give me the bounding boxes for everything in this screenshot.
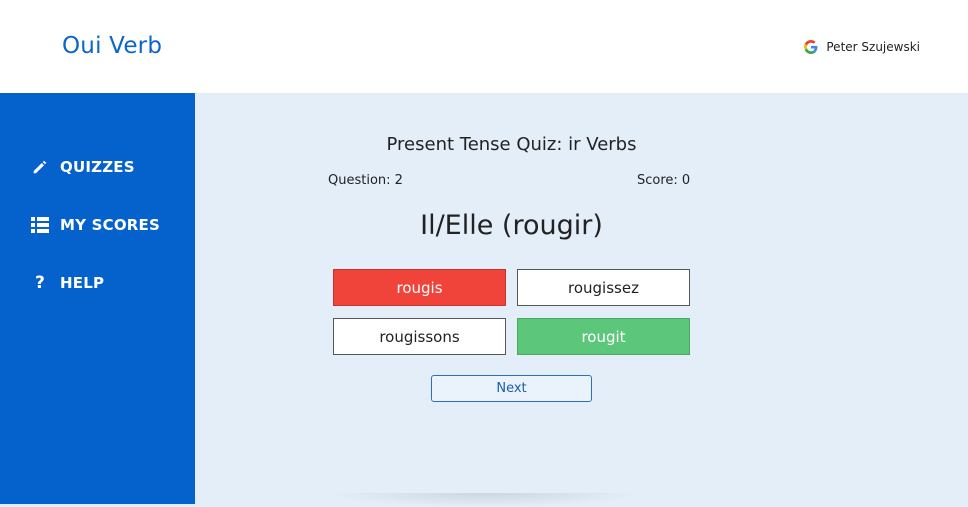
user-account[interactable]: Peter Szujewski — [804, 40, 920, 54]
sidebar-item-label: QUIZZES — [60, 158, 135, 176]
sidebar-item-label: MY SCORES — [60, 216, 160, 234]
user-name: Peter Szujewski — [826, 40, 920, 54]
quiz-panel: Present Tense Quiz: ir Verbs Question: 2… — [195, 93, 968, 507]
sidebar: QUIZZES MY SCORES ? HELP — [0, 93, 195, 504]
answer-button-wrong[interactable]: rougis — [333, 269, 506, 306]
score-display: Score: 0 — [637, 173, 691, 188]
app-header: Oui Verb Peter Szujewski — [0, 0, 968, 93]
sidebar-item-quizzes[interactable]: QUIZZES — [30, 157, 135, 177]
brand-logo[interactable]: Oui Verb — [62, 33, 162, 59]
next-button[interactable]: Next — [431, 375, 592, 402]
quiz-title: Present Tense Quiz: ir Verbs — [386, 134, 637, 155]
question-number: Question: 2 — [328, 173, 403, 188]
sidebar-item-my-scores[interactable]: MY SCORES — [30, 215, 160, 235]
answer-button[interactable]: rougissons — [333, 318, 506, 355]
card-shadow — [325, 493, 645, 507]
verb-prompt: Il/Elle (rougir) — [420, 210, 603, 241]
answer-button[interactable]: rougissez — [517, 269, 690, 306]
list-icon — [30, 215, 50, 235]
question-icon: ? — [34, 273, 46, 293]
pencil-icon — [30, 157, 50, 177]
sidebar-item-label: HELP — [60, 274, 105, 292]
google-g-icon — [804, 40, 818, 54]
sidebar-item-help[interactable]: ? HELP — [30, 273, 104, 293]
answer-button-correct[interactable]: rougit — [517, 318, 690, 355]
